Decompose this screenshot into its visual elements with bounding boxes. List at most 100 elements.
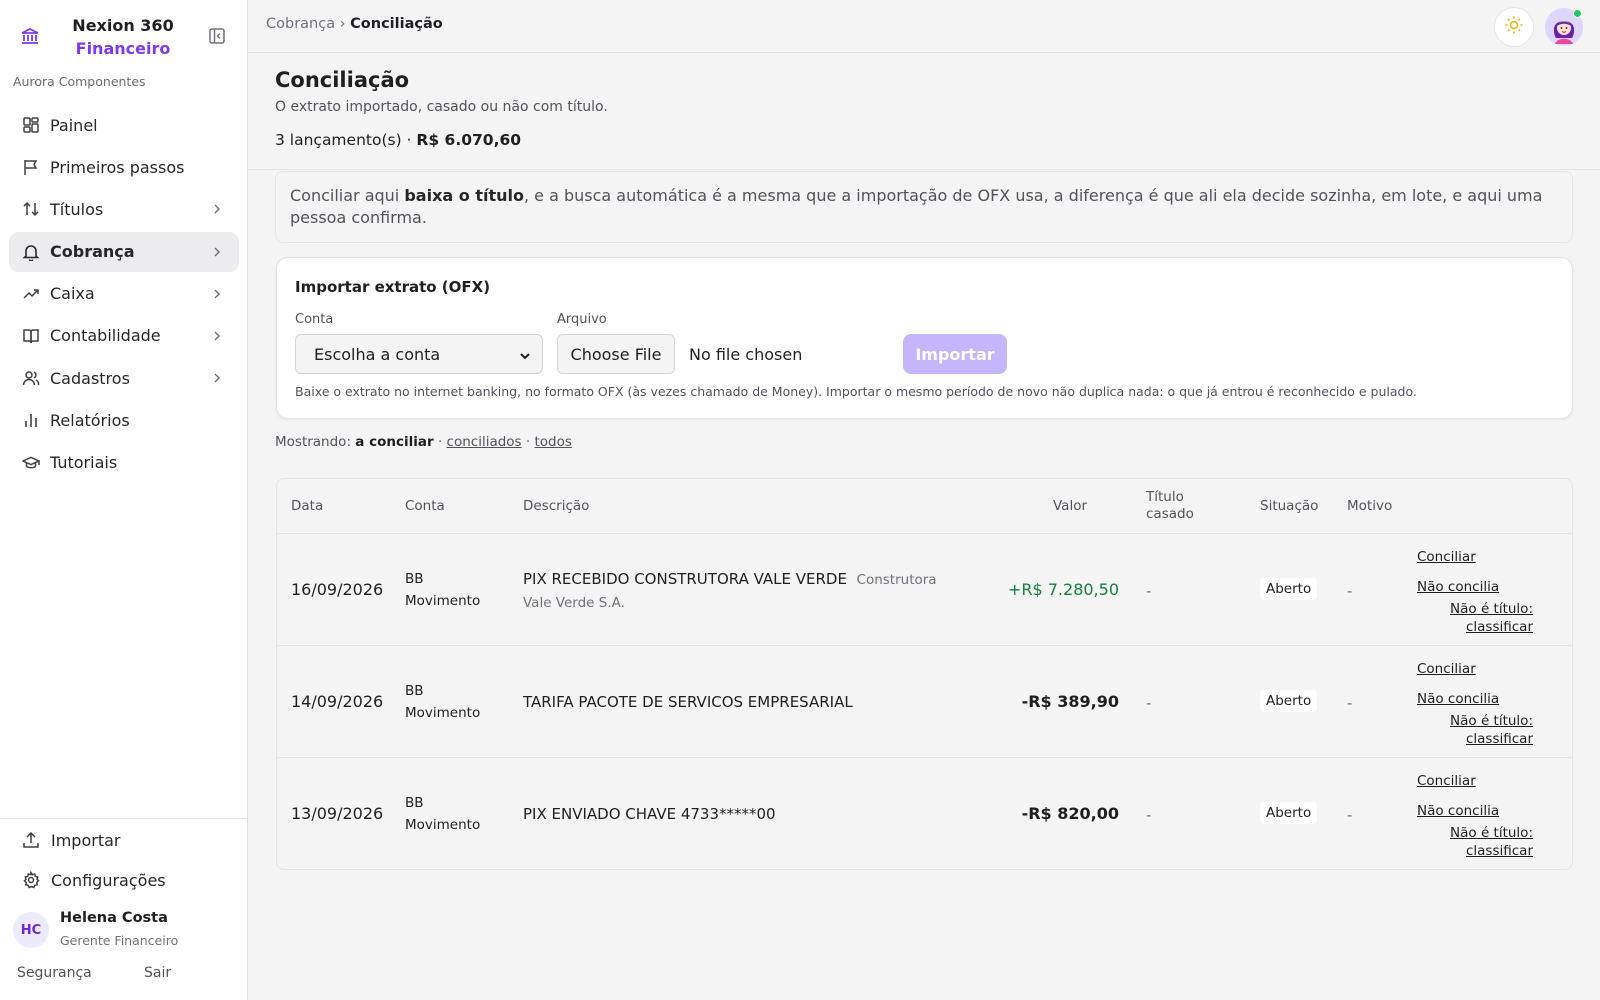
filter-all-link[interactable]: todos: [535, 434, 572, 450]
row-description: TARIFA PACOTE DE SERVICOS EMPRESARIAL: [523, 691, 963, 713]
status-badge: Aberto: [1260, 690, 1318, 712]
status-badge: Aberto: [1260, 802, 1318, 824]
import-button[interactable]: Importar: [903, 334, 1007, 374]
sidebar-item-painel[interactable]: Painel: [9, 105, 239, 145]
summary-total: R$ 6.070,60: [416, 131, 522, 149]
sidebar-item-tutoriais[interactable]: Tutoriais: [9, 443, 239, 483]
user-role: Gerente Financeiro: [60, 933, 179, 948]
import-ofx-card: Importar extrato (OFX) Conta Arquivo Esc…: [276, 257, 1573, 419]
breadcrumb-current: Conciliação: [350, 16, 443, 32]
sidebar-item-cadastros[interactable]: Cadastros: [9, 358, 239, 398]
view-filter: Mostrando: a conciliar · conciliados · t…: [275, 434, 572, 450]
theme-toggle-button[interactable]: [1494, 7, 1534, 47]
row-date: 14/09/2026: [291, 692, 384, 711]
sidebar-item-label: Painel: [50, 115, 98, 135]
reconcile-link[interactable]: Conciliar: [1417, 548, 1476, 566]
sidebar-item-label: Caixa: [50, 284, 95, 304]
reconcile-link[interactable]: Conciliar: [1417, 660, 1476, 678]
bank-icon: [20, 26, 40, 46]
table-row: 16/09/2026 BB Movimento PIX RECEBIDO CON…: [277, 533, 1572, 645]
upload-icon: [22, 831, 40, 849]
column-header-account: Conta: [405, 497, 445, 514]
classify-link-line2: classificar: [1465, 843, 1533, 859]
row-description: PIX RECEBIDO CONSTRUTORA VALE VERDE Cons…: [523, 568, 963, 614]
sidebar-item-cobranca[interactable]: Cobrança: [9, 231, 239, 272]
row-account-name: Movimento: [405, 593, 481, 609]
not-reconcile-link[interactable]: Não concilia: [1417, 690, 1499, 708]
avatar-illustration-icon: [1545, 8, 1583, 50]
sidebar-item-configuracoes[interactable]: Configurações: [22, 868, 166, 892]
row-account-name: Movimento: [405, 817, 481, 833]
classify-link[interactable]: Não é título: classificar: [1387, 824, 1533, 860]
profile-avatar-button[interactable]: [1545, 8, 1583, 46]
hint-text-bold: baixa o título: [404, 186, 524, 205]
logout-link[interactable]: Sair: [144, 965, 171, 981]
filter-reconciled-link[interactable]: conciliados: [447, 434, 522, 450]
avatar[interactable]: HC: [13, 912, 49, 948]
filter-current: a conciliar: [355, 434, 434, 450]
users-icon: [22, 369, 40, 387]
not-reconcile-link[interactable]: Não concilia: [1417, 578, 1499, 596]
row-description-text: PIX ENVIADO CHAVE 4733*****00: [523, 805, 776, 823]
statement-table: Data Conta Descrição Valor Título casado…: [276, 478, 1573, 870]
classify-link-line2: classificar: [1465, 619, 1533, 635]
file-status: No file chosen: [689, 345, 803, 364]
sidebar-item-contabilidade[interactable]: Contabilidade: [9, 316, 239, 356]
account-select[interactable]: Escolha a conta: [295, 334, 543, 374]
sidebar-item-primeiros-passos[interactable]: Primeiros passos: [9, 147, 239, 187]
trending-up-icon: [22, 285, 40, 303]
sidebar-item-caixa[interactable]: Caixa: [9, 274, 239, 314]
flag-icon: [22, 158, 40, 176]
row-account: BB Movimento: [405, 792, 480, 836]
row-value: -R$ 389,90: [1021, 692, 1119, 711]
sidebar-item-titulos[interactable]: Títulos: [9, 189, 239, 229]
column-header-description: Descrição: [523, 497, 590, 514]
grid-icon: [22, 116, 40, 134]
security-link[interactable]: Segurança: [17, 965, 92, 981]
topbar: Cobrança › Conciliação: [248, 0, 1600, 53]
sidebar-item-label: Cobrança: [50, 242, 135, 262]
table-row: 14/09/2026 BB Movimento TARIFA PACOTE DE…: [277, 645, 1572, 757]
row-account-bank: BB: [405, 795, 424, 811]
sidebar-item-importar[interactable]: Importar: [22, 828, 120, 852]
chevron-right-icon: [209, 244, 225, 260]
sun-icon: [1504, 15, 1524, 39]
classify-link[interactable]: Não é título: classificar: [1387, 712, 1533, 748]
online-status-dot: [1573, 9, 1582, 18]
bell-icon: [22, 243, 40, 261]
row-value: +R$ 7.280,50: [1007, 580, 1119, 599]
row-matched-title: -: [1146, 694, 1152, 712]
classify-link-line1: Não é título:: [1450, 713, 1533, 729]
row-account-name: Movimento: [405, 705, 481, 721]
not-reconcile-link[interactable]: Não concilia: [1417, 802, 1499, 820]
chevron-right-icon: [209, 370, 225, 386]
graduation-cap-icon: [22, 454, 40, 472]
brand: Nexion 360 Financeiro: [0, 0, 248, 72]
classify-link[interactable]: Não é título: classificar: [1387, 600, 1533, 636]
row-description-text: TARIFA PACOTE DE SERVICOS EMPRESARIAL: [523, 693, 853, 711]
sidebar-item-label: Tutoriais: [50, 453, 118, 472]
sidebar-item-label: Relatórios: [50, 410, 130, 430]
sidebar-footer: [0, 818, 248, 819]
classify-link-line1: Não é título:: [1450, 825, 1533, 841]
row-account: BB Movimento: [405, 680, 480, 724]
collapse-sidebar-icon[interactable]: [208, 27, 226, 45]
summary-count: 3 lançamento(s) ·: [275, 131, 412, 149]
arrows-up-down-icon: [22, 200, 40, 218]
row-description-text: PIX RECEBIDO CONSTRUTORA VALE VERDE: [523, 570, 847, 588]
sidebar: Nexion 360 Financeiro Aurora Componentes…: [0, 0, 248, 1000]
column-header-reason: Motivo: [1347, 497, 1393, 514]
classify-link-line2: classificar: [1465, 731, 1533, 747]
column-header-value: Valor: [1053, 497, 1088, 514]
import-card-title: Importar extrato (OFX): [295, 278, 491, 296]
choose-file-button[interactable]: Choose File: [557, 334, 675, 374]
brand-line1: Nexion 360: [72, 16, 174, 35]
filter-prefix: Mostrando:: [275, 434, 351, 450]
filter-separator: ·: [525, 434, 531, 450]
organization-name: Aurora Componentes: [13, 74, 146, 89]
breadcrumb-parent[interactable]: Cobrança: [266, 16, 335, 32]
sidebar-item-relatorios[interactable]: Relatórios: [9, 400, 239, 440]
chevron-down-icon: [518, 348, 532, 362]
row-value: -R$ 820,00: [1021, 804, 1119, 823]
reconcile-link[interactable]: Conciliar: [1417, 772, 1476, 790]
